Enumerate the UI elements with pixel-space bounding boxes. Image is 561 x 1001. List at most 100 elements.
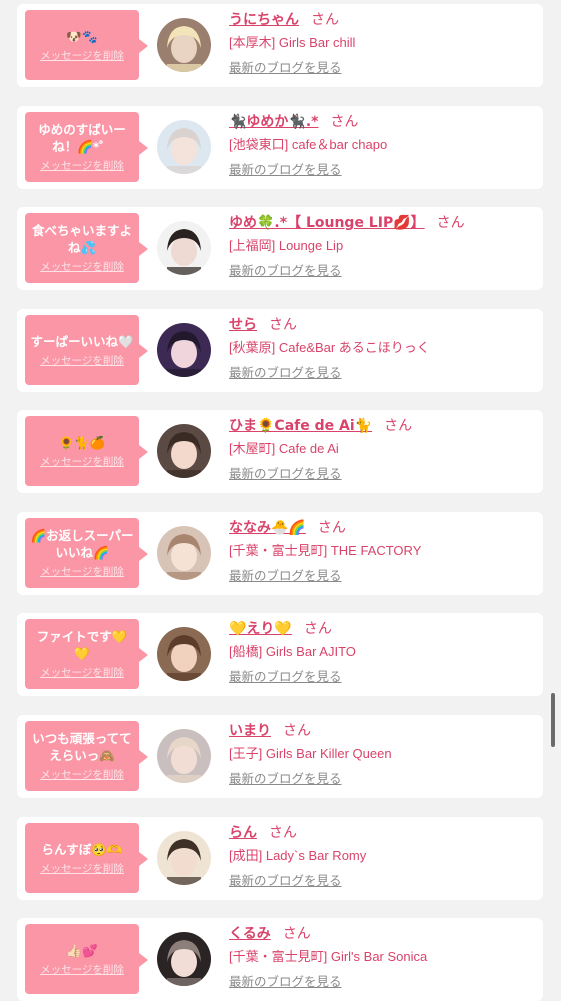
profile-info: 💛えり💛 さん [船橋] Girls Bar AJITO 最新のブログを見る [229,619,535,686]
name-line: うにちゃん さん [229,10,535,30]
avatar[interactable] [157,627,211,681]
avatar[interactable] [157,120,211,174]
honorific: さん [269,825,297,841]
avatar-image [157,323,211,377]
avatar[interactable] [157,18,211,72]
message-bubble: 🐶🐾 メッセージを削除 [25,10,148,80]
message-bubble: ファイトです💛💛 メッセージを削除 [25,619,148,689]
avatar-image [157,526,211,580]
list-item: 🌻🐈🍊 メッセージを削除 ひま🌻Cafe de Ai🐈 さん [木屋町] Cafe de… [17,410,543,493]
honorific: さん [317,520,346,536]
shop-name: [木屋町] Cafe de Ai [229,441,339,456]
profile-name-link[interactable]: くるみ [229,926,271,942]
latest-blog-link[interactable]: 最新のブログを見る [229,465,342,483]
profile-info: いまり さん [王子] Girls Bar Killer Queen 最新のブログを見… [229,721,535,788]
honorific: さん [269,317,297,333]
profile-info: ひま🌻Cafe de Ai🐈 さん [木屋町] Cafe de Ai 最新のブログを見… [229,416,535,483]
message-text: いつも頑張っててえらいっ🙈 [32,731,132,763]
delete-message-link[interactable]: メッセージを削除 [40,158,124,173]
latest-blog-link[interactable]: 最新のブログを見る [229,567,342,585]
profile-name-link[interactable]: らん [229,825,257,841]
profile-info: ゆめ🍀.*【 Lounge LIP💋】 さん [上福岡] Lounge Lip 最新の… [229,213,535,280]
latest-blog-link[interactable]: 最新のブログを見る [229,668,342,686]
latest-blog-link[interactable]: 最新のブログを見る [229,770,342,788]
message-text: 🌻🐈🍊 [58,434,106,450]
shop-name: [王子] Girls Bar Killer Queen [229,746,392,761]
avatar-image [157,120,211,174]
name-line: らん さん [229,823,535,843]
profile-info: くるみ さん [千葉・富士見町] Girl's Bar Sonica 最新のブログを見… [229,924,535,991]
list-item: 👍🏻💕 メッセージを削除 くるみ さん [千葉・富士見町] Girl's Bar Son… [17,918,543,1001]
honorific: さん [436,215,465,231]
profile-name-link[interactable]: うにちゃん [229,12,299,28]
message-text: ゆめのすばいーね！🌈*゜ [38,122,126,154]
scrollbar[interactable] [551,693,555,747]
latest-blog-link[interactable]: 最新のブログを見る [229,161,342,179]
name-line: いまり さん [229,721,535,741]
honorific: さん [282,926,311,942]
shop-name: [秋葉原] Cafe&Bar あるこほりっく [229,340,430,355]
avatar[interactable] [157,526,211,580]
profile-info: うにちゃん さん [本厚木] Girls Bar chill 最新のブログを見る [229,10,535,77]
profile-name-link[interactable]: いまり [229,723,271,739]
latest-blog-link[interactable]: 最新のブログを見る [229,973,342,991]
delete-message-link[interactable]: メッセージを削除 [40,861,124,876]
shop-name: [上福岡] Lounge Lip [229,238,344,253]
profile-name-link[interactable]: せら [229,317,257,333]
message-bubble: いつも頑張っててえらいっ🙈 メッセージを削除 [25,721,148,791]
delete-message-link[interactable]: メッセージを削除 [40,564,124,579]
profile-info: らん さん [成田] Lady`s Bar Romy 最新のブログを見る [229,823,535,890]
avatar-image [157,221,211,275]
message-text: 👍🏻💕 [66,942,98,958]
latest-blog-link[interactable]: 最新のブログを見る [229,59,342,77]
honorific: さん [303,621,332,637]
latest-blog-link[interactable]: 最新のブログを見る [229,262,342,280]
profile-name-link[interactable]: 🐈‍⬛ゆめか🐈‍⬛.* [229,114,319,130]
honorific: さん [384,418,413,434]
list-item: いつも頑張っててえらいっ🙈 メッセージを削除 いまり さん [王子] Girls Bar… [17,715,543,798]
delete-message-link[interactable]: メッセージを削除 [40,962,124,977]
name-line: ゆめ🍀.*【 Lounge LIP💋】 さん [229,213,535,233]
list-item: ファイトです💛💛 メッセージを削除 💛えり💛 さん [船橋] Girls Bar AJI… [17,613,543,696]
list-item: らんすぼ🥺🫶 メッセージを削除 らん さん [成田] Lady`s Bar Romy 最新… [17,817,543,900]
delete-message-link[interactable]: メッセージを削除 [40,454,124,469]
message-text: ファイトです💛💛 [36,629,128,661]
name-line: せら さん [229,315,535,335]
avatar[interactable] [157,323,211,377]
message-text: すーぱーいいね🤍 [30,333,134,349]
name-line: 💛えり💛 さん [229,619,535,639]
shop-name: [成田] Lady`s Bar Romy [229,848,367,863]
message-bubble: すーぱーいいね🤍 メッセージを削除 [25,315,148,385]
delete-message-link[interactable]: メッセージを削除 [40,767,124,782]
message-bubble: 🌻🐈🍊 メッセージを削除 [25,416,148,486]
message-text: らんすぼ🥺🫶 [41,841,123,857]
avatar-image [157,424,211,478]
delete-message-link[interactable]: メッセージを削除 [40,259,124,274]
profile-name-link[interactable]: ひま🌻Cafe de Ai🐈 [229,418,372,434]
list-item: すーぱーいいね🤍 メッセージを削除 せら さん [秋葉原] Cafe&Bar あるこほり… [17,309,543,392]
delete-message-link[interactable]: メッセージを削除 [40,48,124,63]
avatar[interactable] [157,221,211,275]
profile-info: ななみ🐣🌈 さん [千葉・富士見町] THE FACTORY 最新のブログを見る [229,518,535,585]
list-item: ゆめのすばいーね！🌈*゜ メッセージを削除 🐈‍⬛ゆめか🐈‍⬛.* さん [池袋東口] … [17,106,543,189]
profile-name-link[interactable]: ゆめ🍀.*【 Lounge LIP💋】 [229,215,425,231]
profile-info: せら さん [秋葉原] Cafe&Bar あるこほりっく 最新のブログを見る [229,315,535,382]
shop-name: [船橋] Girls Bar AJITO [229,644,356,659]
profile-name-link[interactable]: ななみ🐣🌈 [229,520,306,536]
profile-name-link[interactable]: 💛えり💛 [229,621,292,637]
delete-message-link[interactable]: メッセージを削除 [40,665,124,680]
avatar-image [157,729,211,783]
avatar-image [157,831,211,885]
latest-blog-link[interactable]: 最新のブログを見る [229,872,342,890]
honorific: さん [330,114,359,130]
delete-message-link[interactable]: メッセージを削除 [40,353,124,368]
avatar[interactable] [157,831,211,885]
avatar[interactable] [157,932,211,986]
shop-name: [本厚木] Girls Bar chill [229,35,356,50]
avatar[interactable] [157,729,211,783]
honorific: さん [283,723,311,739]
avatar[interactable] [157,424,211,478]
message-bubble: 食べちゃいますよね💦 メッセージを削除 [25,213,148,283]
latest-blog-link[interactable]: 最新のブログを見る [229,364,342,382]
name-line: ななみ🐣🌈 さん [229,518,535,538]
